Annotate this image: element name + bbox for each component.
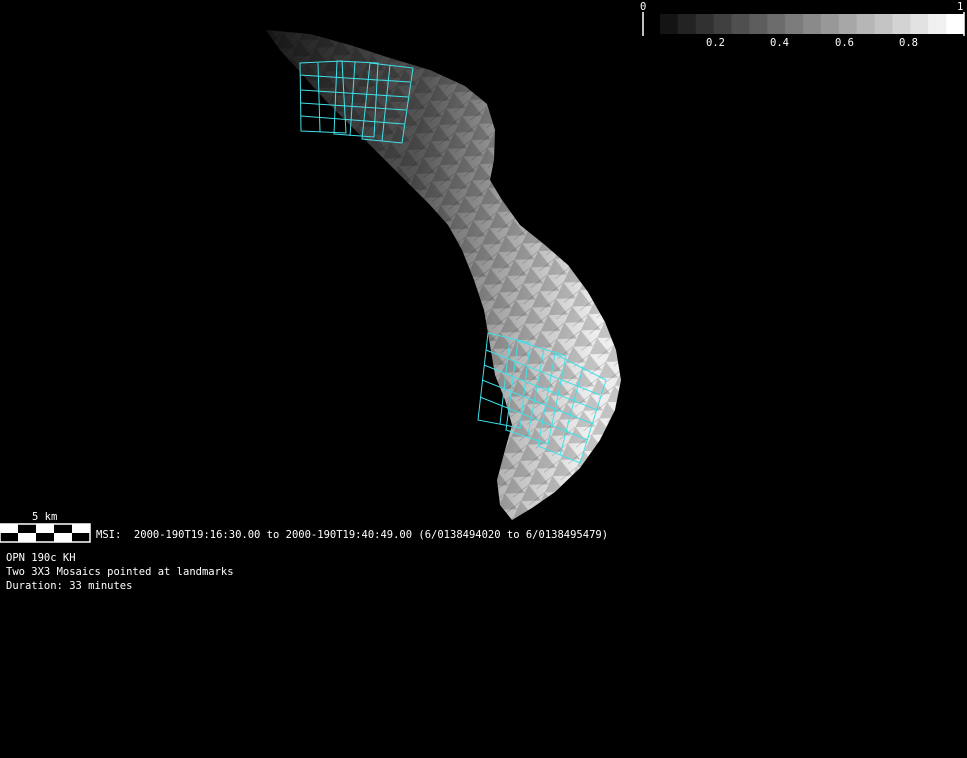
colorbar-tick-label: 0.2 (706, 37, 725, 49)
colorbar-bin (838, 14, 858, 34)
colorbar-bin (695, 14, 715, 34)
colorbar-bin (803, 14, 822, 34)
colorbar-bin (767, 14, 786, 34)
info-line-2: Two 3X3 Mosaics pointed at landmarks (6, 566, 234, 578)
info-line-3: Duration: 33 minutes (6, 580, 133, 592)
colorbar-bin (946, 14, 965, 34)
colorbar-tick-label: 0.6 (835, 37, 854, 49)
colorbar-bin (874, 14, 893, 34)
scale-bar-cell (72, 524, 90, 533)
scale-bar-cell (54, 533, 72, 542)
colorbar-bin (660, 14, 679, 34)
colorbar-bin (677, 14, 697, 34)
scale-bar-cell (18, 533, 36, 542)
scale-bar: 5 km (0, 510, 95, 544)
asteroid-shape-view (266, 30, 621, 520)
colorbar-tick-label: 0.8 (899, 37, 918, 49)
scale-bar-cell (0, 524, 18, 533)
colorbar-min-label: 0 (640, 1, 647, 13)
colorbar-bin (731, 14, 750, 34)
colorbar-bin (785, 14, 804, 34)
colorbar-max-label: 1 (957, 1, 964, 13)
scale-bar-label: 5 km (32, 511, 58, 523)
msi-time-range: MSI: 2000-190T19:16:30.00 to 2000-190T19… (96, 529, 609, 541)
colorbar-bin (892, 14, 911, 34)
colorbar-bin (856, 14, 876, 34)
colorbar-tick-label: 0.4 (770, 37, 789, 49)
colorbar-bin (928, 14, 947, 34)
colorbar-bin (713, 14, 732, 34)
intensity-colorbar: 0 1 0.2 0.4 0.6 0.8 (640, 0, 967, 50)
colorbar-bin (820, 14, 840, 34)
scale-bar-checker (0, 523, 91, 543)
colorbar-bin (749, 14, 768, 34)
scale-bar-cell (36, 524, 54, 533)
info-line-1: OPN 190c KH (6, 552, 76, 564)
colorbar-bin (910, 14, 929, 34)
colorbar-bins (660, 14, 965, 34)
